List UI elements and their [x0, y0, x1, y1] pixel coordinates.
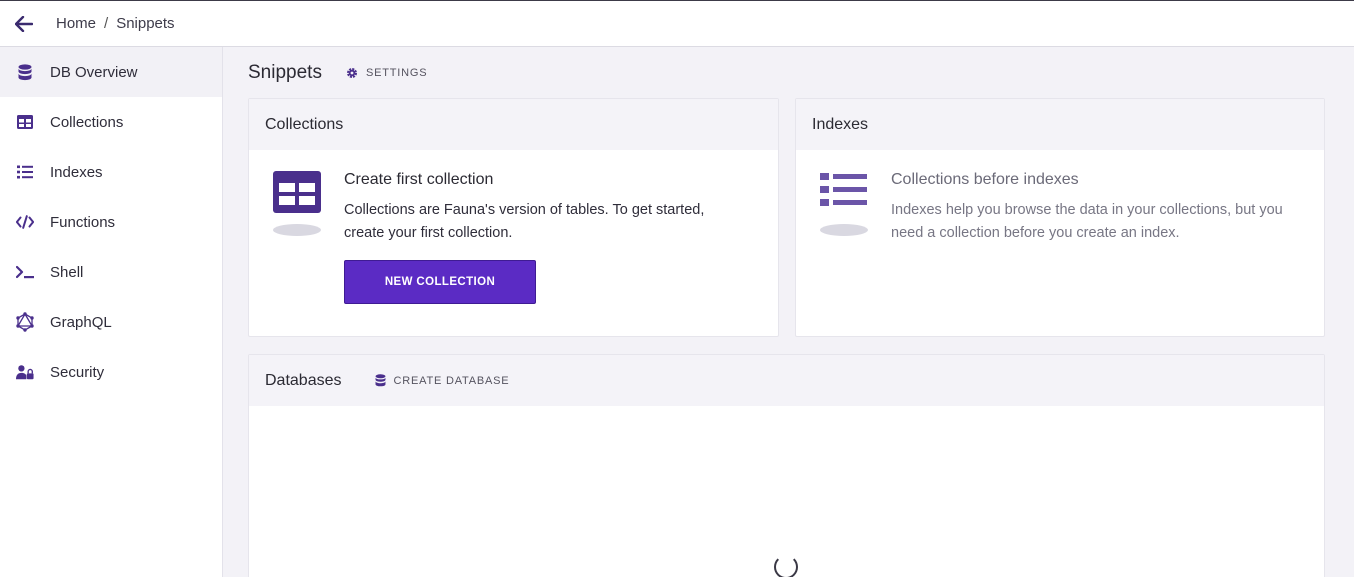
collections-card-title: Collections	[249, 99, 778, 150]
indexes-card-title: Indexes	[796, 99, 1324, 150]
graphql-icon	[16, 312, 34, 332]
database-icon	[16, 63, 34, 81]
sidebar-item-security[interactable]: Security	[0, 347, 222, 397]
gear-icon	[346, 68, 357, 78]
breadcrumb: Home / Snippets	[56, 15, 175, 32]
indexes-card: Indexes Collections before indexes Index…	[795, 98, 1325, 337]
list-icon	[16, 163, 34, 181]
sidebar-item-label: Functions	[50, 213, 116, 231]
indexes-empty-state: Collections before indexes Indexes help …	[819, 171, 1291, 245]
sidebar-item-label: Indexes	[50, 163, 103, 181]
create-database-link[interactable]: CREATE DATABASE	[375, 374, 510, 387]
collections-empty-state: Create first collection Collections are …	[272, 171, 744, 304]
breadcrumb-home[interactable]: Home	[56, 15, 96, 32]
user-lock-icon	[16, 363, 34, 381]
indexes-empty-title: Collections before indexes	[891, 171, 1079, 188]
new-collection-button[interactable]: NEW COLLECTION	[344, 260, 536, 304]
sidebar-item-label: Collections	[50, 113, 124, 131]
sidebar-item-functions[interactable]: Functions	[0, 197, 222, 247]
loading-spinner-icon	[774, 555, 798, 577]
code-icon	[16, 213, 34, 231]
terminal-icon	[16, 263, 34, 281]
sidebar-item-label: Shell	[50, 263, 84, 281]
main-content: Snippets SETTINGS Collections Create fir…	[223, 47, 1354, 577]
indexes-empty-desc: Indexes help you browse the data in your…	[891, 202, 1283, 241]
sidebar-item-indexes[interactable]: Indexes	[0, 147, 222, 197]
settings-link[interactable]: SETTINGS	[346, 67, 427, 79]
sidebar-item-label: Security	[50, 363, 105, 381]
collections-card: Collections Create first collection Coll…	[248, 98, 779, 337]
sidebar: DB Overview Collections Indexes Function…	[0, 47, 223, 577]
create-database-label: CREATE DATABASE	[393, 374, 510, 387]
breadcrumb-separator: /	[104, 15, 109, 32]
back-arrow-icon[interactable]	[0, 1, 48, 47]
table-icon	[16, 113, 34, 131]
page-title: Snippets	[248, 62, 322, 83]
top-bar: Home / Snippets	[0, 0, 1354, 47]
collections-empty-desc: Collections are Fauna's version of table…	[344, 202, 705, 241]
databases-card-header: Databases CREATE DATABASE	[249, 355, 1324, 406]
sidebar-item-collections[interactable]: Collections	[0, 97, 222, 147]
databases-card: Databases CREATE DATABASE	[248, 354, 1325, 577]
collections-empty-title: Create first collection	[344, 171, 494, 188]
collection-table-icon	[272, 171, 344, 304]
databases-card-title: Databases	[265, 371, 342, 389]
sidebar-item-label: DB Overview	[50, 63, 138, 81]
database-icon	[375, 374, 385, 387]
sidebar-item-shell[interactable]: Shell	[0, 247, 222, 297]
sidebar-item-graphql[interactable]: GraphQL	[0, 297, 222, 347]
index-list-icon	[819, 171, 891, 245]
breadcrumb-current[interactable]: Snippets	[116, 15, 174, 32]
page-header: Snippets SETTINGS	[248, 62, 427, 84]
sidebar-item-label: GraphQL	[50, 313, 112, 331]
sidebar-item-db-overview[interactable]: DB Overview	[0, 47, 222, 97]
settings-label: SETTINGS	[365, 67, 428, 79]
